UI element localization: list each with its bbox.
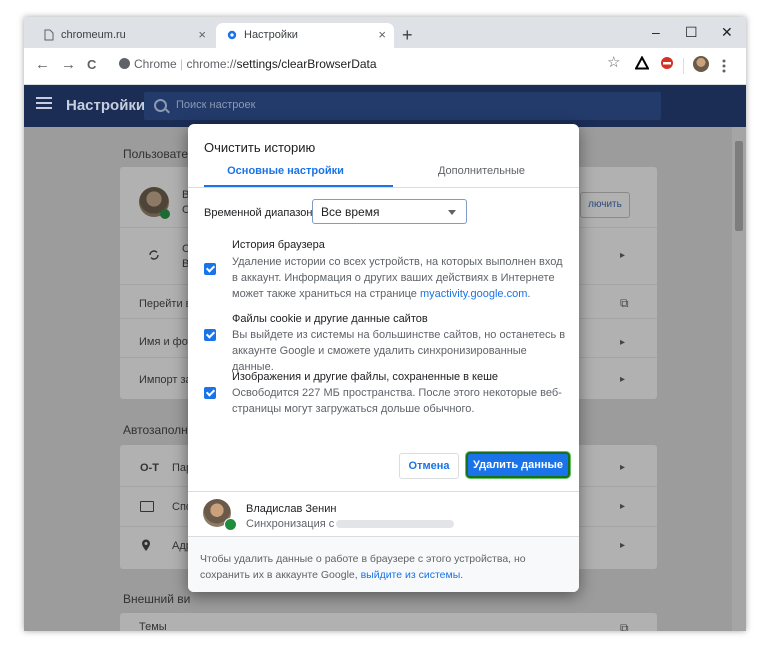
maximize-button[interactable]: ☐ bbox=[685, 24, 698, 41]
chevron-right-icon: ▸ bbox=[620, 540, 626, 551]
row-goto: Перейти в bbox=[139, 298, 192, 310]
settings-header: Настройки Поиск настроек bbox=[24, 85, 746, 127]
section-title-autofill: Автозаполн bbox=[123, 423, 188, 437]
address-bar[interactable]: Chrome | chrome://settings/clearBrowserD… bbox=[114, 52, 633, 76]
chevron-right-icon: ▸ bbox=[620, 462, 626, 473]
row-import: Импорт за bbox=[139, 374, 192, 386]
tab-advanced[interactable]: Дополнительные bbox=[384, 165, 579, 177]
page-icon bbox=[44, 29, 54, 41]
minimize-button[interactable]: – bbox=[652, 24, 660, 40]
adblock-extension-icon[interactable] bbox=[660, 56, 674, 70]
footer-text: Чтобы удалить данные о работе в браузере… bbox=[200, 553, 526, 581]
gear-icon bbox=[227, 30, 237, 40]
divider bbox=[188, 491, 579, 492]
search-placeholder: Поиск настроек bbox=[176, 99, 256, 111]
browser-window: chromeum.ru × Настройки × + – ☐ ✕ ← → C … bbox=[24, 17, 746, 631]
back-button[interactable]: ← bbox=[35, 56, 50, 73]
option-description: Вы выйдете из системы на большинстве сай… bbox=[232, 329, 566, 373]
address-text: Chrome | chrome://settings/clearBrowserD… bbox=[134, 57, 377, 71]
sync-off-button: лючить bbox=[580, 192, 630, 218]
sync-badge-icon bbox=[224, 518, 237, 531]
page-title: Настройки bbox=[66, 97, 146, 114]
redacted-email bbox=[336, 520, 455, 529]
hamburger-menu-icon[interactable] bbox=[36, 97, 52, 109]
time-range-label: Временной диапазон bbox=[204, 207, 313, 219]
close-window-button[interactable]: ✕ bbox=[721, 24, 733, 41]
location-pin-icon bbox=[142, 539, 150, 551]
time-range-value: Все время bbox=[321, 205, 380, 219]
reload-button[interactable]: C bbox=[87, 57, 96, 72]
appearance-card bbox=[120, 613, 657, 631]
bookmark-star-icon[interactable]: ☆ bbox=[607, 53, 620, 71]
chrome-icon bbox=[119, 58, 130, 69]
browsing-history-checkbox[interactable] bbox=[204, 263, 216, 275]
dialog-footer: Чтобы удалить данные о работе в браузере… bbox=[188, 536, 579, 592]
dialog-title: Очистить историю bbox=[204, 140, 316, 155]
clear-history-dialog: Очистить историю Основные настройки Допо… bbox=[188, 124, 579, 592]
option-title: История браузера bbox=[232, 239, 325, 251]
tab-basic-settings[interactable]: Основные настройки bbox=[188, 165, 383, 177]
sync-badge-icon bbox=[160, 209, 170, 219]
chevron-right-icon: ▸ bbox=[620, 250, 626, 261]
triangle-extension-icon[interactable] bbox=[635, 56, 649, 70]
credit-card-icon bbox=[140, 501, 154, 512]
divider bbox=[188, 187, 579, 188]
profile-avatar[interactable] bbox=[693, 56, 709, 72]
section-title-appearance: Внешний ви bbox=[123, 592, 191, 606]
user-name: Владислав Зенин bbox=[246, 503, 337, 515]
close-tab-icon[interactable]: × bbox=[378, 27, 386, 42]
myactivity-link[interactable]: myactivity.google.com bbox=[420, 288, 527, 300]
chevron-right-icon: ▸ bbox=[620, 501, 626, 512]
section-title-people: Пользовате bbox=[123, 147, 189, 161]
row-themes: Темы bbox=[139, 621, 167, 631]
option-description: Освободится 227 МБ пространства. После э… bbox=[232, 387, 562, 415]
settings-search-input[interactable]: Поиск настроек bbox=[144, 92, 661, 120]
forward-button[interactable]: → bbox=[61, 56, 76, 73]
toolbar: ← → C Chrome | chrome://settings/clearBr… bbox=[24, 48, 746, 85]
row-name-photo: Имя и фот bbox=[139, 336, 193, 348]
scrollbar[interactable] bbox=[732, 127, 746, 631]
cookies-checkbox[interactable] bbox=[204, 329, 216, 341]
menu-dots-icon[interactable] bbox=[722, 59, 726, 73]
cancel-button[interactable]: Отмена bbox=[399, 453, 459, 479]
key-icon: O‑T bbox=[140, 462, 159, 474]
chevron-right-icon: ▸ bbox=[620, 374, 626, 385]
external-link-icon: ⧉ bbox=[620, 621, 629, 631]
tab-chromeum[interactable]: chromeum.ru × bbox=[33, 23, 214, 48]
external-link-icon: ⧉ bbox=[620, 296, 629, 310]
chevron-down-icon bbox=[448, 210, 456, 215]
sign-out-link[interactable]: выйдите из системы bbox=[361, 569, 461, 581]
option-description: Удаление истории со всех устройств, на к… bbox=[232, 256, 563, 300]
option-title: Файлы cookie и другие данные сайтов bbox=[232, 313, 428, 325]
scrollbar-thumb[interactable] bbox=[735, 141, 743, 231]
cache-checkbox[interactable] bbox=[204, 387, 216, 399]
new-tab-button[interactable]: + bbox=[402, 25, 413, 46]
chevron-right-icon: ▸ bbox=[620, 337, 626, 348]
close-tab-icon[interactable]: × bbox=[198, 27, 206, 42]
search-icon bbox=[154, 99, 167, 112]
tab-label: Настройки bbox=[244, 29, 298, 41]
option-title: Изображения и другие файлы, сохраненные … bbox=[232, 371, 499, 383]
sync-icon bbox=[149, 250, 159, 260]
delete-data-button[interactable]: Удалить данные bbox=[466, 452, 570, 478]
toolbar-divider bbox=[683, 58, 684, 74]
tab-strip: chromeum.ru × Настройки × + – ☐ ✕ bbox=[24, 17, 746, 48]
tab-settings[interactable]: Настройки × bbox=[216, 23, 394, 48]
tab-label: chromeum.ru bbox=[61, 29, 126, 41]
sync-status: Синхронизация с bbox=[246, 518, 455, 530]
time-range-select[interactable]: Все время bbox=[312, 199, 467, 224]
